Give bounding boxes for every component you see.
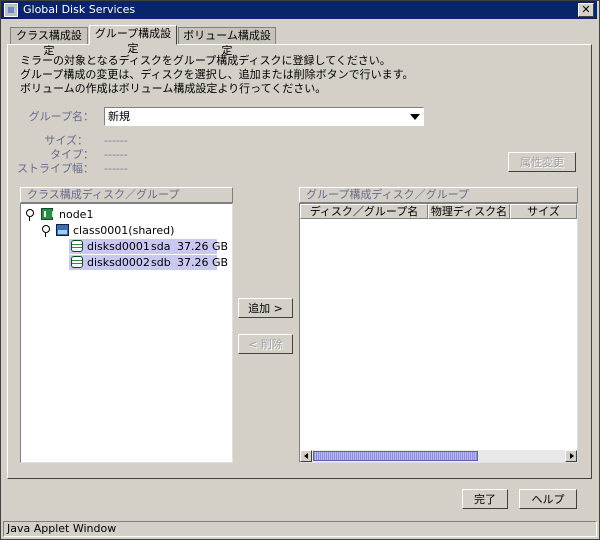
tree-node-label: node1: [59, 208, 94, 221]
disk-icon: [71, 240, 83, 252]
column-header-disk-group-name[interactable]: ディスク／グループ名: [300, 204, 428, 219]
scroll-left-icon[interactable]: [300, 450, 312, 462]
class-disks-tree[interactable]: node1 class0001(shared) disksd0001 sda 3…: [20, 203, 233, 463]
stripe-width-value: ------: [104, 162, 128, 175]
description-line-3: ボリュームの作成はボリューム構成設定より行ってください。: [20, 82, 327, 95]
add-button[interactable]: 追加 >: [238, 298, 293, 318]
group-name-label: グループ名：: [28, 110, 94, 123]
scroll-right-icon[interactable]: [565, 450, 577, 462]
column-header-physical-disk-name[interactable]: 物理ディスク名: [428, 204, 510, 219]
chevron-down-icon[interactable]: [406, 108, 423, 125]
column-header-size[interactable]: サイズ: [510, 204, 577, 219]
shared-class-icon: [56, 224, 69, 236]
done-button[interactable]: 完了: [462, 489, 508, 509]
window-title: Global Disk Services: [23, 3, 136, 16]
server-node-icon: [41, 208, 54, 220]
disk-device: sda: [151, 240, 171, 253]
java-window-icon: [4, 3, 18, 17]
tab-group-config[interactable]: グループ構成設定: [89, 25, 177, 55]
horizontal-scrollbar[interactable]: [300, 450, 577, 462]
tree-class-label: class0001(shared): [73, 224, 175, 237]
group-name-value: 新規: [108, 110, 130, 123]
tree-disk-row[interactable]: disksd0002 sdb 37.26 GB: [69, 255, 228, 270]
tab-volume-config[interactable]: ボリューム構成設定: [178, 27, 276, 57]
close-button[interactable]: ✕: [578, 3, 594, 17]
group-name-select[interactable]: 新規: [104, 107, 424, 126]
title-bar: Global Disk Services ✕: [1, 1, 597, 19]
pin-icon[interactable]: [25, 209, 34, 221]
status-bar: Java Applet Window: [3, 521, 597, 537]
type-label: タイプ：: [50, 148, 94, 161]
remove-button[interactable]: < 削除: [238, 334, 293, 354]
group-disks-header: グループ構成ディスク／グループ: [299, 187, 578, 203]
attribute-change-button[interactable]: 属性変更: [508, 152, 576, 172]
type-value: ------: [104, 148, 128, 161]
group-disks-table[interactable]: ディスク／グループ名 物理ディスク名 サイズ: [299, 203, 578, 463]
scrollbar-thumb[interactable]: [313, 451, 478, 461]
disk-icon: [71, 256, 83, 268]
disk-device: sdb: [151, 256, 171, 269]
class-disks-header: クラス構成ディスク／グループ: [20, 187, 233, 203]
disk-name: disksd0002: [87, 256, 150, 269]
description-line-1: ミラーの対象となるディスクをグループ構成ディスクに登録してください。: [20, 54, 391, 67]
disk-size: 37.26 GB: [177, 240, 229, 253]
disk-name: disksd0001: [87, 240, 150, 253]
help-button[interactable]: ヘルプ: [519, 489, 577, 509]
tree-node-node1[interactable]: node1: [25, 207, 205, 222]
tab-class-config[interactable]: クラス構成設定: [10, 27, 88, 57]
size-label: サイズ：: [44, 134, 88, 147]
tree-disk-row[interactable]: disksd0001 sda 37.26 GB: [69, 239, 228, 254]
pin-icon[interactable]: [41, 225, 50, 237]
stripe-width-label: ストライプ幅：: [17, 162, 94, 175]
size-value: ------: [104, 134, 128, 147]
disk-size: 37.26 GB: [177, 256, 229, 269]
tree-node-class[interactable]: class0001(shared): [41, 223, 221, 238]
description-line-2: グループ構成の変更は、ディスクを選択し、追加または削除ボタンで行います。: [20, 68, 414, 81]
